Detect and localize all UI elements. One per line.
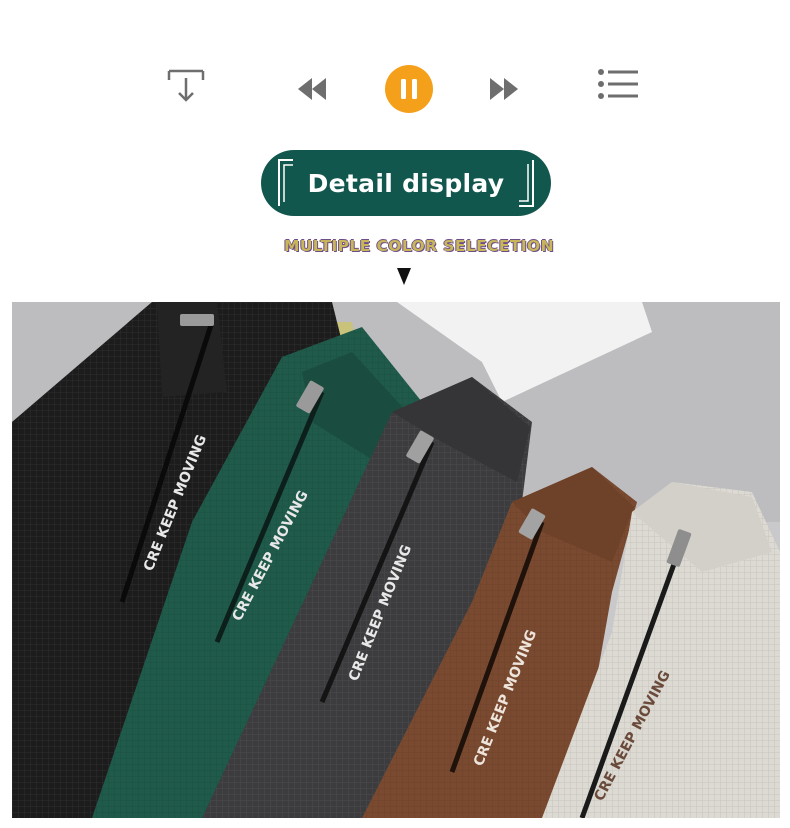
player-controls [0,0,790,140]
section-title-banner: Detail display [261,150,551,216]
down-arrow-icon [397,268,411,285]
pause-icon[interactable] [384,64,434,114]
section-subtitle: MULTIPLE COLOR SELECETION [284,237,554,255]
fast-forward-icon[interactable] [488,76,520,102]
product-photo: CRE KEEP MOVING CRE KEEP MOVING CRE KEEP… [12,302,780,818]
left-bracket-ornament [278,159,293,206]
download-icon[interactable] [166,68,206,104]
playlist-icon[interactable] [596,66,640,102]
section-title: Detail display [307,168,505,198]
right-bracket-ornament [519,160,534,207]
rewind-icon[interactable] [296,76,328,102]
